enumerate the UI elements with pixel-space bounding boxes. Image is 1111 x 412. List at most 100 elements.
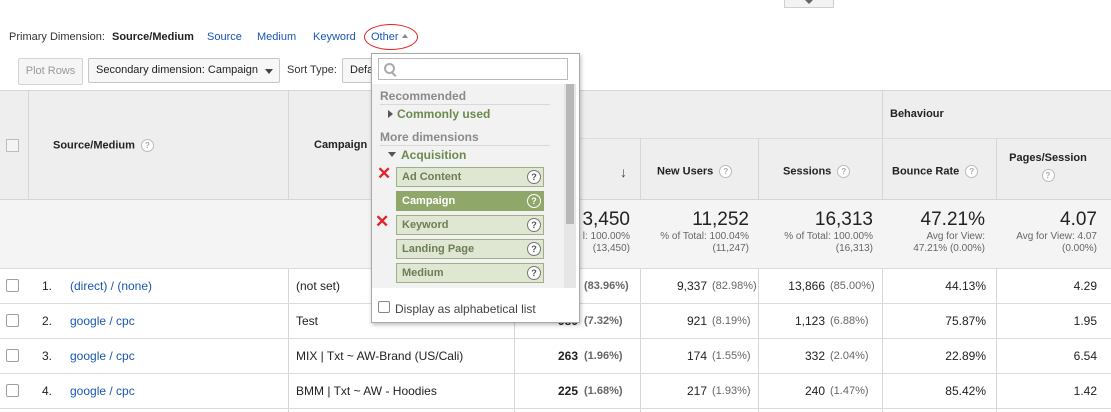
search-icon: [384, 63, 395, 74]
total-value: 47.21%: [920, 209, 985, 230]
primary-dimension-medium-link[interactable]: Medium: [257, 31, 296, 43]
help-icon[interactable]: ?: [527, 218, 541, 232]
row-source-link[interactable]: google / cpc: [70, 314, 135, 328]
total-bounce-rate: 47.21% Avg for View: 47.21% (0.00%): [883, 209, 985, 255]
col-header-pages-session[interactable]: Pages/Session?: [996, 152, 1100, 182]
col-header-bounce-rate[interactable]: Bounce Rate?: [892, 165, 979, 178]
caret-right-icon: [388, 110, 393, 118]
secondary-dimension-label: Secondary dimension: Campaign: [96, 64, 259, 76]
help-icon[interactable]: ?: [527, 266, 541, 280]
total-sub: (16,313): [835, 243, 873, 254]
plot-rows-button[interactable]: Plot Rows: [18, 58, 83, 85]
commonly-used-toggle[interactable]: Commonly used: [388, 107, 490, 121]
dimension-option-ad-content[interactable]: Ad Content?: [396, 167, 544, 187]
group-recommended: Recommended: [380, 89, 467, 103]
row-checkbox[interactable]: [6, 279, 19, 292]
help-icon[interactable]: ?: [837, 165, 851, 178]
row-sessions: 1,123: [794, 314, 825, 328]
red-circle-annotation: [364, 24, 418, 50]
table-row: 4. google / cpc BMM | Txt ~ AW - Hoodies 22…: [0, 374, 1111, 409]
row-sessions: 332: [804, 349, 825, 363]
select-all-checkbox[interactable]: [6, 139, 19, 152]
alphabetical-list-toggle[interactable]: Display as alphabetical list: [372, 294, 576, 320]
sort-arrow-down-icon[interactable]: ↓: [620, 164, 627, 180]
divider: [514, 138, 1111, 139]
help-icon[interactable]: ?: [140, 139, 154, 152]
total-value: 16,313: [814, 209, 873, 230]
acquisition-label: Acquisition: [401, 148, 467, 162]
red-x-annotation: ✕: [375, 212, 390, 231]
option-label: Campaign: [402, 195, 456, 207]
top-mini-dropdown[interactable]: [784, 0, 834, 8]
sort-type-label: Sort Type:: [287, 64, 337, 76]
row-pages-session: 1.95: [1073, 314, 1097, 328]
row-checkbox[interactable]: [6, 314, 19, 327]
option-label: Landing Page: [402, 243, 475, 255]
row-source-link[interactable]: google / cpc: [70, 349, 135, 363]
option-label: Medium: [402, 267, 444, 279]
row-new-users-pct: (1.55%): [712, 350, 751, 362]
row-users-pct: (83.96%): [584, 280, 629, 292]
option-label: Ad Content: [402, 171, 462, 183]
row-bounce-rate: 75.87%: [945, 314, 986, 328]
row-campaign: MIX | Txt ~ AW-Brand (US/Cali): [296, 349, 464, 363]
row-index: 1.: [42, 279, 53, 293]
help-icon[interactable]: ?: [965, 165, 979, 178]
primary-dimension-label: Primary Dimension:: [9, 31, 105, 43]
row-new-users-pct: (1.93%): [712, 385, 751, 397]
primary-dimension-keyword-link[interactable]: Keyword: [313, 31, 356, 43]
row-bounce-rate: 85.42%: [945, 384, 986, 398]
alphabetical-checkbox[interactable]: [378, 301, 390, 313]
dimension-search-input[interactable]: [378, 58, 568, 80]
row-sessions-pct: (85.00%): [830, 280, 875, 292]
col-header-new-users[interactable]: New Users?: [657, 165, 733, 178]
col-header-sessions[interactable]: Sessions?: [783, 165, 851, 178]
col-header-campaign[interactable]: Campaign: [314, 139, 367, 151]
row-bounce-rate: 44.13%: [945, 279, 986, 293]
total-sub: % of Total: 100.04%: [660, 231, 749, 242]
total-value: 11,252: [692, 209, 749, 230]
row-users-pct: (1.68%): [584, 385, 623, 397]
dimension-option-landing-page[interactable]: Landing Page?: [396, 239, 544, 259]
row-checkbox[interactable]: [6, 384, 19, 397]
total-sub: % of Total: 100.00%: [784, 231, 873, 242]
option-label: Keyword: [402, 219, 449, 231]
row-campaign: (not set): [296, 279, 341, 293]
row-source-link[interactable]: google / cpc: [70, 384, 135, 398]
dimension-option-keyword[interactable]: Keyword?: [396, 215, 544, 235]
row-users-pct: (7.32%): [584, 315, 623, 327]
dimension-option-medium[interactable]: Medium?: [396, 263, 544, 283]
dimension-list: Recommended Commonly used More dimension…: [372, 84, 564, 288]
primary-dimension-source-link[interactable]: Source: [207, 31, 242, 43]
row-campaign: Test: [296, 314, 319, 328]
total-sub: Avg for View:: [926, 231, 985, 242]
row-index: 4.: [42, 384, 53, 398]
col-header-label: Sessions: [783, 165, 832, 178]
dropdown-scroll-thumb[interactable]: [566, 84, 574, 224]
row-sessions-pct: (6.88%): [830, 315, 869, 327]
secondary-dimension-select[interactable]: Secondary dimension: Campaign: [88, 58, 280, 83]
row-new-users: 921: [686, 314, 707, 328]
help-icon[interactable]: ?: [527, 242, 541, 256]
help-icon[interactable]: ?: [527, 170, 541, 184]
row-users-pct: (1.96%): [584, 350, 623, 362]
help-icon[interactable]: ?: [527, 194, 541, 208]
col-header-source-medium[interactable]: Source/Medium?: [53, 139, 154, 152]
red-x-annotation: ✕: [377, 164, 392, 183]
divider: [28, 91, 29, 199]
total-sub: 47.21% (0.00%): [913, 243, 985, 254]
acquisition-toggle[interactable]: Acquisition: [388, 148, 466, 162]
row-source-link[interactable]: (direct) / (none): [70, 279, 152, 293]
group-more-dimensions: More dimensions: [380, 130, 479, 144]
dimension-option-campaign[interactable]: Campaign?: [396, 191, 544, 211]
total-sub: (11,247): [712, 243, 749, 254]
total-sessions: 16,313 % of Total: 100.00% (16,313): [759, 209, 873, 255]
divider: [380, 104, 550, 105]
row-index: 3.: [42, 349, 53, 363]
help-icon[interactable]: ?: [719, 165, 733, 178]
row-checkbox[interactable]: [6, 349, 19, 362]
total-sub: (0.00%): [1061, 243, 1097, 254]
divider: [380, 145, 550, 146]
help-icon[interactable]: ?: [1041, 169, 1055, 182]
behaviour-group-header: Behaviour: [890, 108, 944, 120]
